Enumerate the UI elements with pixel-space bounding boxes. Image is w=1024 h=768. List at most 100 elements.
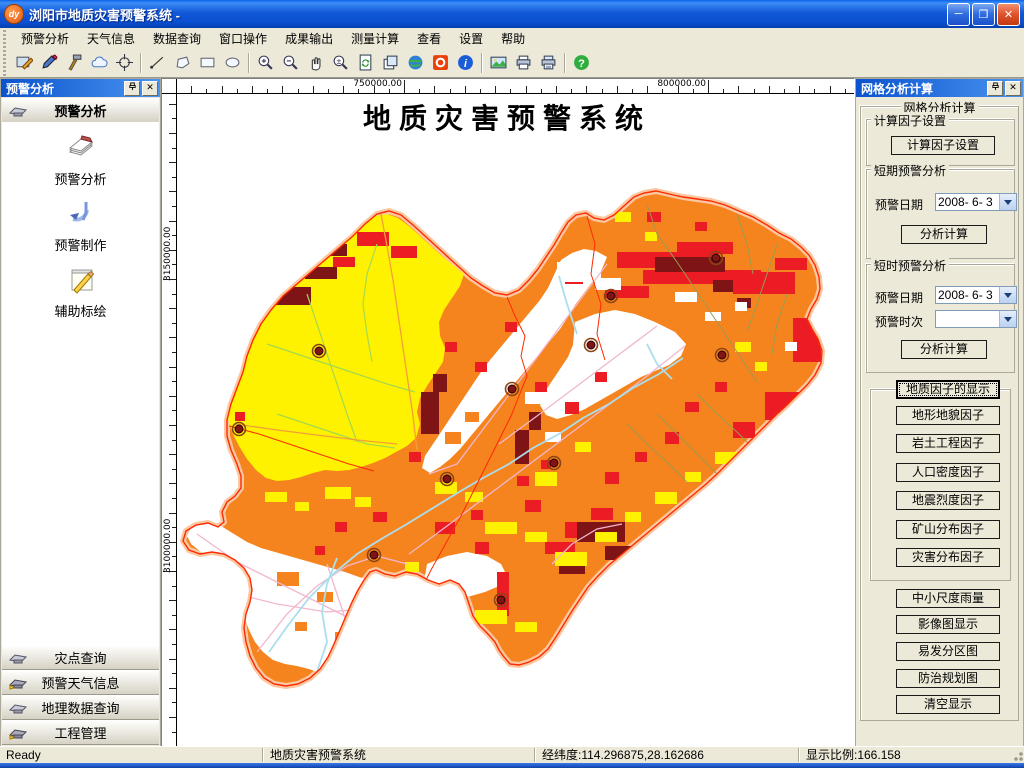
- refresh-page-button[interactable]: [353, 50, 378, 75]
- factor-button-1[interactable]: 地质因子的显示: [896, 380, 1000, 399]
- zoom-out-button[interactable]: [278, 50, 303, 75]
- short-term-date-combo[interactable]: 2008- 6- 3: [935, 193, 1017, 211]
- horizontal-ruler: 750000.00 800000.00: [177, 79, 854, 94]
- right-pin-button[interactable]: [987, 80, 1003, 96]
- globe-button[interactable]: [403, 50, 428, 75]
- factor-button-6[interactable]: 矿山分布因子: [896, 520, 1000, 539]
- factor-button-7[interactable]: 灾害分布因子: [896, 548, 1000, 567]
- zoom-out-icon: [283, 55, 298, 70]
- factor-button-4[interactable]: 人口密度因子: [896, 463, 1000, 482]
- chevron-down-icon[interactable]: [999, 311, 1016, 327]
- toolbar-separator: [248, 52, 250, 73]
- close-button[interactable]: ✕: [997, 2, 1020, 26]
- stamp-icon: [8, 653, 28, 663]
- date-value: 2008- 6- 3: [938, 288, 993, 302]
- stamp-icon: [8, 703, 28, 713]
- pin-icon: [991, 81, 999, 90]
- layers-copy-icon: [383, 55, 398, 70]
- app-logo-icon: dy: [4, 4, 24, 24]
- immediate-time-combo[interactable]: [935, 310, 1017, 328]
- short-term-analyze-button[interactable]: 分析计算: [901, 225, 987, 244]
- sidebar-item-1[interactable]: 预警分析: [2, 130, 159, 188]
- status-system-name: 地质灾害预警系统: [270, 748, 367, 762]
- short-term-group: 短期预警分析 预警日期 2008- 6- 3 分析计算: [866, 162, 1017, 259]
- marker-dot-icon: [496, 595, 506, 605]
- toolbar-gripper[interactable]: [0, 48, 8, 77]
- menu-item-2[interactable]: 天气信息: [78, 28, 144, 49]
- info-button[interactable]: i: [453, 50, 478, 75]
- menu-item-8[interactable]: 设置: [450, 28, 492, 49]
- svg-text:±: ±: [337, 56, 342, 66]
- right-close-button[interactable]: ✕: [1005, 80, 1021, 96]
- left-pin-button[interactable]: [124, 80, 140, 96]
- cloud-button[interactable]: [87, 50, 112, 75]
- map-document: 750000.00 800000.00 3150000.00 3100000.00 …: [161, 78, 855, 747]
- menu-item-1[interactable]: 预警分析: [12, 28, 78, 49]
- center-target-button[interactable]: [112, 50, 137, 75]
- factor-button-3[interactable]: 岩土工程因子: [896, 434, 1000, 453]
- hammer-button[interactable]: [62, 50, 87, 75]
- zoom-extent-button[interactable]: ±: [328, 50, 353, 75]
- pan-hand-icon: [311, 57, 321, 71]
- map-canvas[interactable]: 地质灾害预警系统: [177, 94, 854, 746]
- menu-item-3[interactable]: 数据查询: [144, 28, 210, 49]
- left-panel-title: 预警分析: [6, 81, 55, 96]
- ellipse-tool-button[interactable]: [220, 50, 245, 75]
- sidebar-item-2[interactable]: 预警制作: [2, 196, 159, 254]
- extra-button-5[interactable]: 清空显示: [896, 695, 1000, 714]
- marker-dot-icon: [234, 424, 244, 434]
- layers-copy-button[interactable]: [378, 50, 403, 75]
- info-icon: i: [458, 55, 473, 70]
- stop-button[interactable]: [428, 50, 453, 75]
- help-button[interactable]: ?: [569, 50, 594, 75]
- image-map-button[interactable]: [486, 50, 511, 75]
- menu-item-6[interactable]: 测量计算: [342, 28, 408, 49]
- window-title: 浏阳市地质灾害预警系统 -: [29, 7, 180, 23]
- factor-button-5[interactable]: 地震烈度因子: [896, 491, 1000, 510]
- title-bar: dy 浏阳市地质灾害预警系统 - ─ ❐ ✕: [0, 0, 1024, 28]
- rectangle-tool-button[interactable]: [195, 50, 220, 75]
- pan-hand-button[interactable]: [303, 50, 328, 75]
- extra-button-4[interactable]: 防治规划图: [896, 669, 1000, 688]
- restore-button[interactable]: ❐: [972, 2, 995, 26]
- panel-tab-4[interactable]: 工程管理: [2, 720, 159, 745]
- minimize-button[interactable]: ─: [947, 2, 970, 26]
- immediate-date-combo[interactable]: 2008- 6- 3: [935, 286, 1017, 304]
- stop-icon: [433, 55, 448, 70]
- marker-dot-icon: [717, 350, 727, 360]
- menu-gripper[interactable]: [0, 28, 8, 48]
- panel-tab-1[interactable]: 灾点查询: [2, 645, 159, 670]
- map-edit-button[interactable]: [12, 50, 37, 75]
- extra-button-1[interactable]: 中小尺度雨量: [896, 589, 1000, 608]
- line-tool-button[interactable]: [145, 50, 170, 75]
- immediate-analyze-button[interactable]: 分析计算: [901, 340, 987, 359]
- zoom-in-icon: [258, 55, 273, 70]
- chevron-down-icon[interactable]: [999, 194, 1016, 210]
- menu-item-9[interactable]: 帮助: [492, 28, 534, 49]
- extra-button-3[interactable]: 易发分区图: [896, 642, 1000, 661]
- menu-item-7[interactable]: 查看: [408, 28, 450, 49]
- sidebar-item-3[interactable]: 辅助标绘: [2, 262, 159, 320]
- chevron-down-icon[interactable]: [999, 287, 1016, 303]
- panel-tab-2[interactable]: 预警天气信息: [2, 670, 159, 695]
- paint-brush-icon: [42, 54, 58, 69]
- left-panel-tabs: 灾点查询 预警天气信息 地理数据查询 工程管理: [2, 645, 159, 745]
- zoom-in-button[interactable]: [253, 50, 278, 75]
- resize-grip[interactable]: [1010, 748, 1024, 762]
- risk-map[interactable]: 地质灾害预警系统: [177, 94, 854, 746]
- factor-setup-button[interactable]: 计算因子设置: [891, 136, 995, 155]
- paint-brush-button[interactable]: [37, 50, 62, 75]
- extra-button-2[interactable]: 影像图显示: [896, 615, 1000, 634]
- left-close-button[interactable]: ✕: [142, 80, 158, 96]
- printer-setup-button[interactable]: [536, 50, 561, 75]
- panel-tab-3[interactable]: 地理数据查询: [2, 695, 159, 720]
- menu-item-4[interactable]: 窗口操作: [210, 28, 276, 49]
- factor-button-2[interactable]: 地形地貌因子: [896, 406, 1000, 425]
- left-panel-header[interactable]: 预警分析: [2, 98, 159, 123]
- menu-item-5[interactable]: 成果输出: [276, 28, 342, 49]
- printer-button[interactable]: [511, 50, 536, 75]
- left-panel-caption: 预警分析 ✕: [1, 79, 160, 97]
- polygon-tool-button[interactable]: [170, 50, 195, 75]
- status-scale: 显示比例:166.158: [806, 748, 901, 762]
- time-label: 预警时次: [875, 315, 924, 329]
